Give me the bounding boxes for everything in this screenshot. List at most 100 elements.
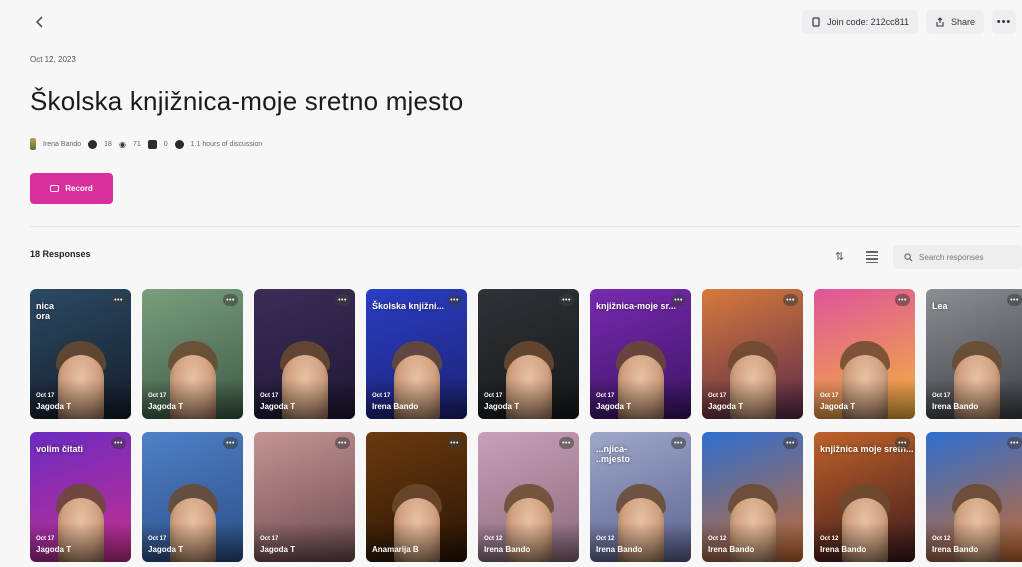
card-more-button[interactable]: ••• bbox=[335, 437, 350, 449]
card-date: Oct 12 bbox=[932, 536, 951, 542]
card-shade bbox=[590, 522, 691, 562]
topic-meta: Irena Bando 18 ◉ 71 0 1.1 hours of discu… bbox=[30, 138, 262, 150]
card-date: Oct 17 bbox=[260, 393, 279, 399]
response-card[interactable]: ••• Oct 17 Jagoda T bbox=[814, 289, 915, 419]
card-more-button[interactable]: ••• bbox=[111, 294, 126, 306]
card-more-button[interactable]: ••• bbox=[223, 437, 238, 449]
response-card[interactable]: Lea ••• Oct 17 Irena Bando bbox=[926, 289, 1022, 419]
card-more-button[interactable]: ••• bbox=[671, 294, 686, 306]
card-more-button[interactable]: ••• bbox=[335, 294, 350, 306]
card-author: Irena Bando bbox=[932, 545, 979, 554]
card-author: Jagoda T bbox=[484, 402, 520, 411]
response-card[interactable]: ••• Oct 17 Jagoda T bbox=[254, 289, 355, 419]
card-date: Oct 17 bbox=[596, 393, 615, 399]
search-icon bbox=[904, 252, 913, 261]
card-more-button[interactable]: ••• bbox=[559, 437, 574, 449]
card-date: Oct 17 bbox=[260, 536, 279, 542]
card-date: Oct 12 bbox=[484, 536, 503, 542]
card-more-button[interactable]: ••• bbox=[671, 437, 686, 449]
views-count: 71 bbox=[132, 140, 141, 148]
card-date: Oct 17 bbox=[148, 393, 167, 399]
card-author: Irena Bando bbox=[484, 545, 531, 554]
response-card[interactable]: nica ora ••• Oct 17 Jagoda T bbox=[30, 289, 131, 419]
card-more-button[interactable]: ••• bbox=[1007, 437, 1022, 449]
response-card[interactable]: ...njica- ..mjesto ••• Oct 12 Irena Bando bbox=[590, 432, 691, 562]
owner-name[interactable]: Irena Bando bbox=[43, 141, 81, 148]
card-more-button[interactable]: ••• bbox=[1007, 294, 1022, 306]
responses-icon bbox=[88, 139, 98, 149]
card-author: Irena Bando bbox=[820, 545, 867, 554]
response-card[interactable]: ••• Oct 17 Jagoda T bbox=[478, 289, 579, 419]
back-button[interactable] bbox=[28, 10, 52, 34]
card-shade bbox=[30, 379, 131, 419]
card-shade bbox=[702, 379, 803, 419]
response-card[interactable]: ••• Oct 17 Jagoda T bbox=[142, 289, 243, 419]
card-more-button[interactable]: ••• bbox=[447, 437, 462, 449]
search-input[interactable] bbox=[919, 252, 1019, 262]
card-more-button[interactable]: ••• bbox=[559, 294, 574, 306]
card-more-button[interactable]: ••• bbox=[783, 437, 798, 449]
card-date: Oct 12 bbox=[596, 536, 615, 542]
card-more-button[interactable]: ••• bbox=[895, 437, 910, 449]
response-card[interactable]: ••• Oct 12 Irena Bando bbox=[478, 432, 579, 562]
card-more-button[interactable]: ••• bbox=[895, 294, 910, 306]
responses-count: 18 bbox=[104, 140, 112, 148]
list-view-icon[interactable] bbox=[866, 249, 878, 263]
response-card[interactable]: volim čitati ••• Oct 17 Jagoda T bbox=[30, 432, 131, 562]
sort-icon[interactable]: ⇅ bbox=[835, 250, 844, 263]
share-button[interactable]: Share bbox=[925, 10, 984, 34]
card-shade bbox=[142, 379, 243, 419]
card-date: Oct 17 bbox=[708, 393, 727, 399]
card-date: Oct 17 bbox=[36, 393, 55, 399]
response-card[interactable]: Školska knjižni... ••• Oct 17 Irena Bando bbox=[366, 289, 467, 419]
discussion-time: 1.1 hours of discussion bbox=[190, 140, 263, 148]
card-shade bbox=[142, 522, 243, 562]
join-code-button[interactable]: Join code: 212cc811 bbox=[802, 10, 918, 34]
card-author: Irena Bando bbox=[708, 545, 755, 554]
card-date: Oct 12 bbox=[708, 536, 727, 542]
comment-icon bbox=[147, 139, 157, 149]
response-card[interactable]: ••• Oct 12 Irena Bando bbox=[702, 432, 803, 562]
response-card[interactable]: knjižnica-moje sr... ••• Oct 17 Jagoda T bbox=[590, 289, 691, 419]
card-more-button[interactable]: ••• bbox=[783, 294, 798, 306]
card-overlay-text: nica ora bbox=[36, 301, 55, 321]
card-shade bbox=[478, 379, 579, 419]
card-shade bbox=[478, 522, 579, 562]
card-shade bbox=[254, 379, 355, 419]
card-author: Irena Bando bbox=[596, 545, 643, 554]
card-date: Oct 17 bbox=[484, 393, 503, 399]
response-card[interactable]: knjižnica moje sretn... ••• Oct 12 Irena Ba… bbox=[814, 432, 915, 562]
record-button[interactable]: Record bbox=[30, 173, 113, 204]
card-date: Oct 17 bbox=[372, 393, 391, 399]
card-more-button[interactable]: ••• bbox=[223, 294, 238, 306]
response-card[interactable]: ••• Oct 17 Jagoda T bbox=[702, 289, 803, 419]
card-more-button[interactable]: ••• bbox=[447, 294, 462, 306]
card-author: Jagoda T bbox=[260, 545, 296, 554]
camera-icon bbox=[50, 185, 60, 192]
card-author: Jagoda T bbox=[36, 402, 72, 411]
responses-grid: nica ora ••• Oct 17 Jagoda T ••• Oct 17 Jagoda… bbox=[30, 289, 1022, 567]
eye-icon: ◉ bbox=[118, 139, 126, 149]
search-box[interactable] bbox=[893, 245, 1022, 269]
card-shade bbox=[366, 379, 467, 419]
response-card[interactable]: ••• Oct 12 Irena Bando bbox=[926, 432, 1022, 562]
card-overlay-text: Školska knjižni... bbox=[372, 301, 445, 311]
top-bar: Join code: 212cc811 Share ••• bbox=[0, 0, 1022, 44]
card-shade bbox=[254, 522, 355, 562]
response-card[interactable]: ••• Oct 17 Jagoda T bbox=[254, 432, 355, 562]
more-options-button[interactable]: ••• bbox=[992, 10, 1016, 34]
card-shade bbox=[814, 379, 915, 419]
card-overlay-text: ...njica- ..mjesto bbox=[596, 444, 631, 464]
response-card[interactable]: ••• Oct 17 Jagoda T bbox=[142, 432, 243, 562]
response-card[interactable]: ••• Anamarija B bbox=[366, 432, 467, 562]
record-label: Record bbox=[65, 184, 93, 193]
card-date: Oct 17 bbox=[148, 536, 167, 542]
card-more-button[interactable]: ••• bbox=[111, 437, 126, 449]
card-overlay-text: volim čitati bbox=[36, 444, 84, 454]
card-author: Jagoda T bbox=[36, 545, 72, 554]
card-shade bbox=[590, 379, 691, 419]
copy-icon bbox=[812, 17, 820, 27]
more-icon: ••• bbox=[996, 16, 1012, 28]
card-author: Jagoda T bbox=[820, 402, 856, 411]
card-shade bbox=[926, 379, 1022, 419]
